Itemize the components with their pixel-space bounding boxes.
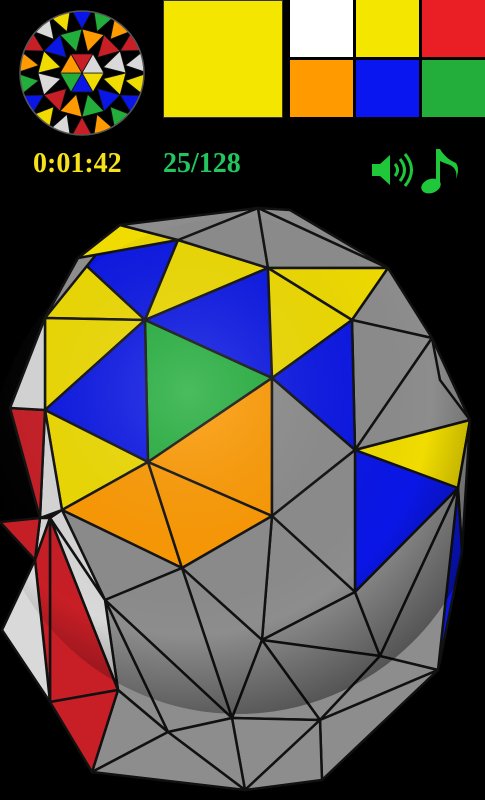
puzzle-preview xyxy=(19,10,145,136)
music-note-icon xyxy=(421,149,458,194)
preview-face xyxy=(48,113,71,135)
puzzle-face[interactable] xyxy=(0,516,42,562)
preview-face xyxy=(93,11,116,33)
selected-color-swatch xyxy=(163,0,283,118)
puzzle-face[interactable] xyxy=(8,406,47,520)
speaker-icon xyxy=(372,153,413,187)
color-palette xyxy=(290,0,485,118)
swatch-green[interactable] xyxy=(422,60,485,117)
swatch-blue[interactable] xyxy=(356,60,419,117)
swatch-red[interactable] xyxy=(422,0,485,57)
puzzle-face[interactable] xyxy=(256,206,390,270)
swatch-yellow[interactable] xyxy=(356,0,419,57)
puzzle-sphere[interactable] xyxy=(0,200,485,800)
swatch-orange[interactable] xyxy=(290,60,353,117)
preview-face xyxy=(93,113,116,135)
progress-counter: 25/128 xyxy=(163,148,241,179)
sound-toggle-button[interactable] xyxy=(366,145,416,195)
puzzle-face[interactable] xyxy=(8,316,47,412)
swatch-white[interactable] xyxy=(290,0,353,57)
preview-face xyxy=(48,11,71,33)
elapsed-timer: 0:01:42 xyxy=(33,148,122,179)
music-toggle-button[interactable] xyxy=(420,145,465,197)
